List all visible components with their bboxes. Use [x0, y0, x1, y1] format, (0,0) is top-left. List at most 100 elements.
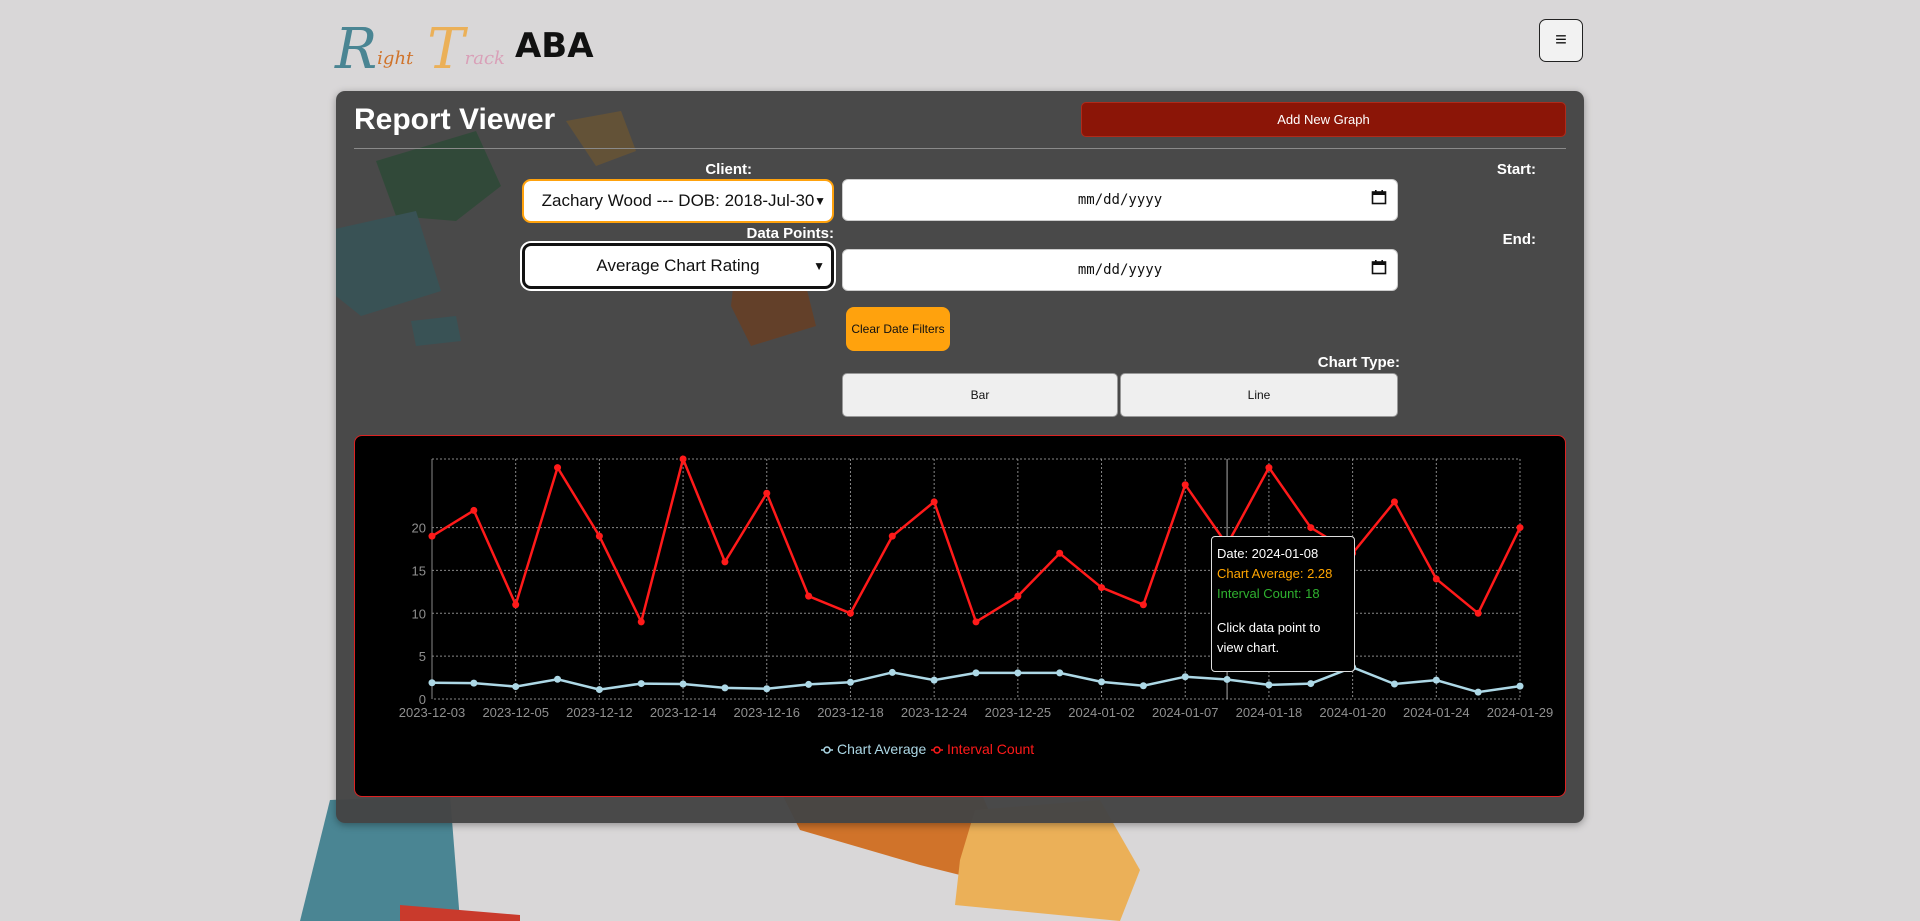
chart-average-point — [763, 685, 771, 693]
chart-average-point — [1014, 669, 1022, 677]
legend-marker-dot — [823, 746, 831, 754]
start-date-input[interactable]: mm/dd/yyyy — [842, 179, 1398, 221]
y-tick-label: 0 — [419, 692, 426, 707]
data-points-label: Data Points: — [746, 225, 834, 242]
x-tick-label: 2023-12-03 — [399, 705, 466, 720]
interval-count-point — [1014, 592, 1022, 600]
x-tick-label: 2023-12-12 — [566, 705, 633, 720]
chart-average-point — [1181, 673, 1189, 681]
interval-count-point — [930, 498, 938, 506]
x-tick-label: 2024-01-18 — [1236, 705, 1303, 720]
interval-count-point — [972, 618, 980, 626]
chart-average-point — [637, 680, 645, 688]
tooltip-date: Date: 2024-01-08 — [1217, 546, 1319, 561]
x-tick-label: 2024-01-20 — [1319, 705, 1386, 720]
client-select-value: Zachary Wood --- DOB: 2018-Jul-30 — [541, 191, 815, 210]
line-chart-button[interactable]: Line — [1120, 373, 1398, 417]
interval-count-line — [431, 455, 1522, 626]
x-tick-label: 2023-12-24 — [901, 705, 968, 720]
tooltip-chart-average: Chart Average: 2.28 — [1217, 566, 1333, 581]
data-points-select[interactable]: Average Chart Rating ▼ — [522, 243, 834, 289]
interval-count-point — [512, 601, 520, 609]
chart-tooltip: Date: 2024-01-08 Chart Average: 2.28 Int… — [1211, 536, 1355, 672]
interval-count-point — [763, 489, 771, 497]
chart-average-point — [1139, 682, 1147, 690]
interval-count-point — [888, 532, 896, 540]
tooltip-interval-count: Interval Count: 18 — [1217, 586, 1320, 601]
chart-average-point — [1223, 675, 1231, 683]
logo-text-rack: rack — [464, 48, 505, 69]
x-tick-label: 2024-01-02 — [1068, 705, 1135, 720]
legend-chart-average: Chart Average — [837, 741, 926, 757]
end-date-input[interactable]: mm/dd/yyyy — [842, 249, 1398, 291]
chart-average-point — [428, 679, 436, 687]
start-date-placeholder: mm/dd/yyyy — [1077, 192, 1163, 208]
interval-count-point — [805, 592, 813, 600]
chart-average-point — [1432, 676, 1440, 684]
logo-text-ight: ight — [377, 48, 414, 69]
report-panel: Report Viewer Add New Graph Client: Zach… — [336, 91, 1584, 823]
logo-letter-r: R — [335, 17, 378, 82]
end-date-placeholder: mm/dd/yyyy — [1077, 262, 1163, 278]
interval-count-point — [721, 558, 729, 566]
data-points-select-value: Average Chart Rating — [596, 256, 760, 275]
calendar-icon[interactable] — [1371, 259, 1387, 275]
title-divider — [354, 148, 1566, 149]
y-tick-label: 20 — [412, 521, 426, 536]
chart-average-point — [1474, 688, 1482, 696]
plot-frame — [431, 458, 1521, 700]
clear-date-filters-button[interactable]: Clear Date Filters — [846, 307, 950, 351]
x-tick-label: 2023-12-14 — [650, 705, 717, 720]
y-tick-label: 15 — [412, 563, 426, 578]
client-label: Client: — [705, 161, 752, 178]
chart-average-point — [554, 675, 562, 683]
chevron-down-icon: ▼ — [813, 259, 825, 273]
add-new-graph-button[interactable]: Add New Graph — [1081, 102, 1566, 137]
calendar-icon[interactable] — [1371, 189, 1387, 205]
chart-average-point — [930, 676, 938, 684]
y-tick-label: 5 — [419, 649, 426, 664]
chart-type-label: Chart Type: — [1317, 354, 1400, 371]
chart-average-point — [470, 679, 478, 687]
chart-average-point — [888, 668, 896, 676]
logo-letter-t: T — [427, 17, 465, 82]
menu-button[interactable]: ≡ — [1539, 19, 1583, 62]
start-label: Start: — [1496, 161, 1536, 178]
legend-interval-count: Interval Count — [947, 741, 1034, 757]
interval-count-point — [1432, 575, 1440, 583]
chart-average-point — [721, 684, 729, 692]
chart-average-point — [1307, 680, 1315, 688]
chart-average-point — [1098, 678, 1106, 686]
chart-container: 2023-12-03 2023-12-05 2023-12-12 2023-12-14… — [354, 435, 1566, 797]
page-title: Report Viewer — [354, 103, 556, 136]
end-label: End: — [1502, 231, 1536, 248]
interval-count-point — [1139, 601, 1147, 609]
x-tick-label: 2024-01-29 — [1487, 705, 1554, 720]
x-tick-label: 2023-12-16 — [734, 705, 801, 720]
chart-average-point — [679, 680, 687, 688]
x-tick-label: 2024-01-24 — [1403, 705, 1470, 720]
interval-count-point — [1390, 498, 1398, 506]
x-tick-label: 2023-12-25 — [985, 705, 1052, 720]
brand-logo[interactable]: R ight T rack ABA — [335, 14, 594, 78]
interval-count-point — [1474, 609, 1482, 617]
interval-count-point — [1516, 524, 1524, 532]
chart-average-point — [1056, 669, 1064, 677]
y-tick-label: 10 — [412, 606, 426, 621]
interval-count-point — [1056, 549, 1064, 557]
interval-count-point — [428, 532, 436, 540]
chart-average-point — [1390, 680, 1398, 688]
chart-average-point — [805, 680, 813, 688]
hamburger-icon: ≡ — [1555, 29, 1567, 51]
interval-count-point — [637, 618, 645, 626]
interval-count-point — [1307, 524, 1315, 532]
x-tick-label: 2023-12-18 — [817, 705, 884, 720]
interval-count-point — [1181, 481, 1189, 489]
bar-chart-button[interactable]: Bar — [842, 373, 1118, 417]
chart-average-point — [595, 686, 603, 694]
interval-count-point — [595, 532, 603, 540]
client-select[interactable]: Zachary Wood --- DOB: 2018-Jul-30 ▼ — [522, 179, 834, 223]
interval-count-point — [1098, 584, 1106, 592]
interval-count-point — [470, 506, 478, 514]
chart-average-point — [512, 683, 520, 691]
